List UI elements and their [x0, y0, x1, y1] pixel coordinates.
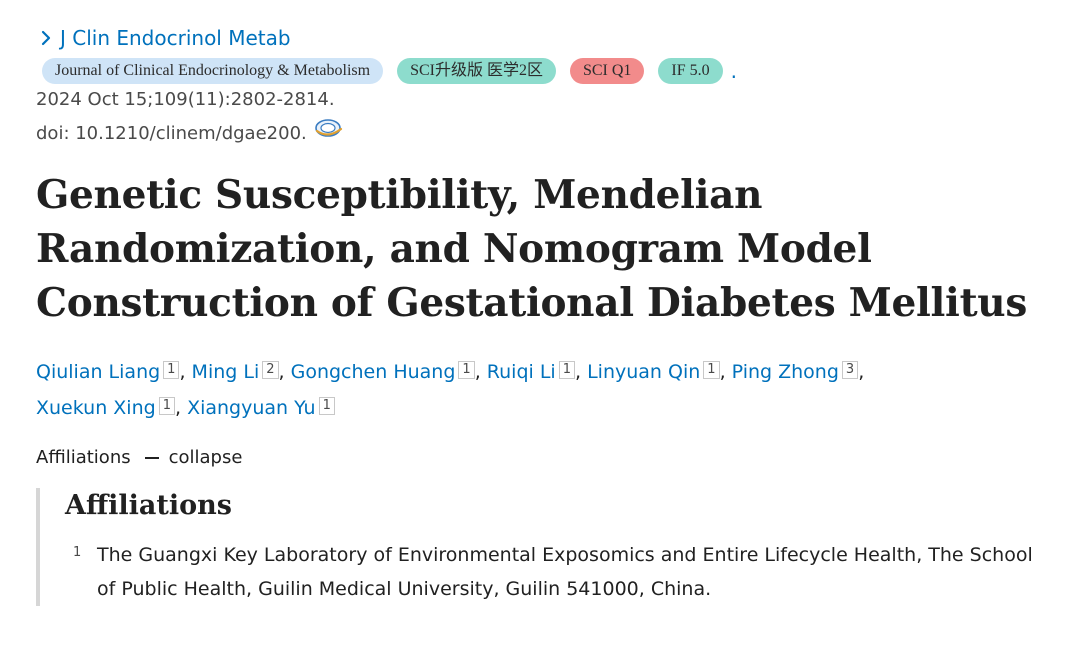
sci-tier-badge: SCI升级版 医学2区	[397, 58, 556, 84]
author-separator: ,	[858, 361, 865, 383]
author-link[interactable]: Ming Li	[192, 361, 260, 383]
author-separator: ,	[719, 361, 732, 383]
author-link[interactable]: Qiulian Liang	[36, 361, 160, 383]
author-separator: ,	[179, 361, 192, 383]
journal-badges: Journal of Clinical Endocrinology & Meta…	[42, 58, 1056, 84]
affiliations-toggle: Affiliations collapse	[36, 446, 1056, 470]
author-link[interactable]: Ruiqi Li	[487, 361, 556, 383]
author-link[interactable]: Xiangyuan Yu	[187, 397, 316, 419]
author-list: Qiulian Liang 1, Ming Li 2, Gongchen Huang…	[36, 354, 1056, 426]
doi-link-icon[interactable]	[313, 117, 345, 139]
impact-factor-badge: IF 5.0	[658, 58, 723, 84]
author-link[interactable]: Linyuan Qin	[587, 361, 700, 383]
collapse-button[interactable]: collapse	[169, 446, 243, 470]
author-affiliation-number[interactable]: 1	[163, 360, 180, 379]
author-affiliation-number[interactable]: 2	[262, 360, 279, 379]
author-affiliation-number[interactable]: 1	[458, 360, 475, 379]
author-affiliation-number[interactable]: 1	[558, 360, 575, 379]
collapse-dash-icon	[144, 457, 159, 459]
sci-q-badge: SCI Q1	[569, 58, 645, 84]
chevron-right-icon	[41, 30, 51, 46]
author-affiliation-number[interactable]: 1	[703, 360, 720, 379]
affiliations-heading: Affiliations	[65, 490, 232, 521]
author-affiliation-number[interactable]: 1	[318, 396, 335, 415]
affiliation-text: The Guangxi Key Laboratory of Environmen…	[97, 544, 1033, 600]
author-link[interactable]: Ping Zhong	[732, 361, 839, 383]
affiliation-item: 1 The Guangxi Key Laboratory of Environm…	[65, 538, 1056, 606]
article-header: J Clin Endocrinol Metab Journal of Clini…	[36, 24, 1056, 606]
author-separator: ,	[474, 361, 487, 383]
author-affiliation-number[interactable]: 1	[158, 396, 175, 415]
author-link[interactable]: Xuekun Xing	[36, 397, 156, 419]
author-link[interactable]: Gongchen Huang	[291, 361, 456, 383]
affiliation-number: 1	[73, 545, 82, 560]
journal-name-badge: Journal of Clinical Endocrinology & Meta…	[42, 58, 384, 84]
affiliations-panel: Affiliations 1 The Guangxi Key Laborator…	[36, 488, 1056, 606]
article-title: Genetic Susceptibility, Mendelian Random…	[36, 172, 1027, 326]
affiliations-toggle-label: Affiliations	[36, 447, 131, 468]
author-separator: ,	[574, 361, 588, 383]
author-separator: ,	[278, 361, 291, 383]
journal-link[interactable]: J Clin Endocrinol Metab	[36, 24, 1056, 52]
badge-trailing-dot: .	[730, 59, 738, 83]
doi-text: doi: 10.1210/clinem/dgae200.	[36, 123, 307, 144]
author-separator: ,	[174, 397, 188, 419]
doi-row: doi: 10.1210/clinem/dgae200.	[36, 119, 1056, 146]
citation: 2024 Oct 15;109(11):2802-2814.	[36, 89, 335, 110]
journal-abbrev: J Clin Endocrinol Metab	[60, 26, 291, 50]
author-affiliation-number[interactable]: 3	[841, 360, 859, 379]
